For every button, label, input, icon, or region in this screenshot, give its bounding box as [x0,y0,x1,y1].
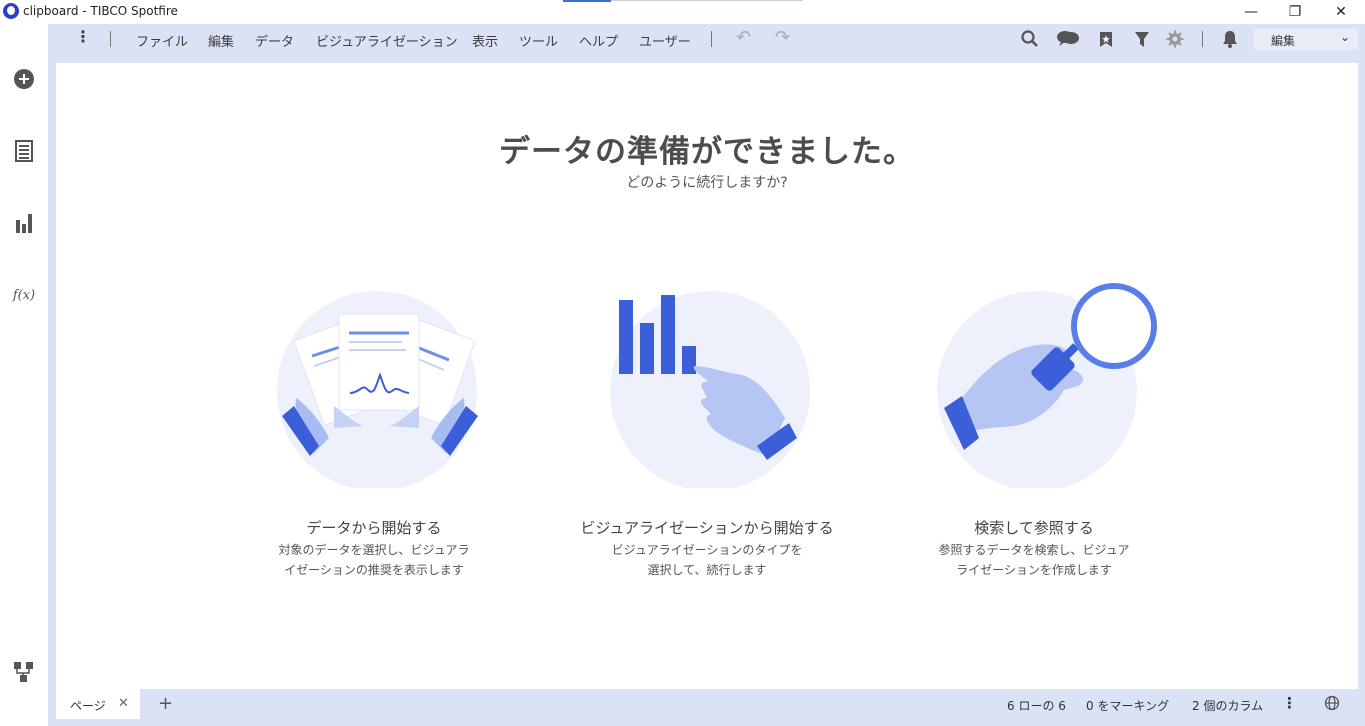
card-description-line: ライゼーションを作成します [956,563,1112,577]
spotfire-logo-icon [3,3,19,19]
close-window-button[interactable]: ✕ [1326,2,1356,22]
mode-select-label: 編集 [1271,34,1296,48]
magnifier-hand-illustration [937,283,1157,488]
filter-icon[interactable] [1132,29,1152,49]
menu-separator [711,31,712,47]
marking-count: 0 をマーキング [1086,699,1170,713]
more-menu-button[interactable]: ⋮ [75,27,91,46]
start-from-data-card[interactable]: データから開始する 対象のデータを選択し、ビジュアラ イゼーションの推奨を表示し… [214,278,534,578]
restore-button[interactable]: ❐ [1280,2,1310,22]
menu-visualization[interactable]: ビジュアライゼーション [316,31,458,50]
card-description: 参照するデータを検索し、ビジュア ライゼーションを作成します [874,540,1194,580]
settings-icon[interactable] [1165,29,1185,49]
card-title: ビジュアライゼーションから開始する [580,519,834,537]
card-description-line: 対象のデータを選択し、ビジュアラ [278,543,470,557]
visualization-icon[interactable] [12,211,36,235]
status-bar: ページ ✕ + 6 ローの 6 0 をマーキング 2 個のカラム ⋮ [56,689,1365,719]
tab-indicator-line [611,0,803,1]
search-and-browse-card[interactable]: 検索して参照する 参照するデータを検索し、ビジュア ライゼーションを作成します [874,278,1194,578]
chevron-down-icon: ⌄ [1339,30,1350,44]
welcome-subtitle: どのように続行しますか? [626,175,788,191]
more-options-button[interactable]: ⋮ [1282,694,1297,712]
menu-edit[interactable]: 編集 [208,31,234,50]
welcome-title: データの準備ができました。 [499,134,915,170]
data-table-icon[interactable] [12,139,36,163]
menu-data[interactable]: データ [255,31,294,50]
card-title: データから開始する [306,519,442,537]
card-description-line: 選択して、続行します [647,563,767,577]
card-description-line: ビジュアライゼーションのタイプを [611,543,803,557]
redo-button[interactable]: ↷ [775,27,790,48]
main-frame: ⋮ ファイル 編集 データ ビジュアライゼーション 表示 ツール ヘルプ ユーザ… [48,24,1365,726]
search-icon[interactable] [1020,29,1040,49]
column-count: 2 個のカラム [1192,699,1264,713]
add-page-button[interactable]: + [158,693,173,714]
menu-view[interactable]: 表示 [472,31,498,50]
card-description-line: 参照するデータを検索し、ビジュア [938,543,1130,557]
add-icon[interactable] [12,67,36,91]
minimize-button[interactable]: — [1236,2,1266,22]
left-sidebar: f(x) [0,24,48,726]
tab-indicator [563,0,611,2]
menu-file[interactable]: ファイル [136,31,188,50]
page-tab-label: ページ [70,699,106,713]
row-count: 6 ローの 6 [1007,699,1066,713]
menu-tools[interactable]: ツール [519,31,558,50]
page-tab[interactable]: ページ ✕ [56,689,140,719]
undo-button[interactable]: ↶ [736,27,751,48]
window-title: clipboard - TIBCO Spotfire [23,4,178,18]
window-titlebar: clipboard - TIBCO Spotfire — ❐ ✕ [0,0,1365,24]
comments-icon[interactable] [1056,29,1080,49]
notification-icon[interactable] [1220,29,1240,49]
toolbar-separator [1202,31,1203,47]
card-description: 対象のデータを選択し、ビジュアラ イゼーションの推奨を表示します [214,540,534,580]
menu-help[interactable]: ヘルプ [579,31,618,50]
globe-icon[interactable] [1324,695,1340,714]
menu-bar: ⋮ ファイル 編集 データ ビジュアライゼーション 表示 ツール ヘルプ ユーザ… [48,24,1365,54]
data-documents-illustration [277,291,478,488]
menu-user[interactable]: ユーザー [639,31,691,50]
mode-select[interactable]: 編集 ⌄ [1254,29,1358,50]
card-title: 検索して参照する [974,519,1094,537]
welcome-canvas: データの準備ができました。 どのように続行しますか? データから開始する 対象の… [56,63,1358,689]
bookmark-icon[interactable] [1096,29,1116,49]
start-from-visualization-card[interactable]: ビジュアライゼーションから開始する ビジュアライゼーションのタイプを 選択して、… [547,278,867,578]
card-description-line: イゼーションの推奨を表示します [284,563,464,577]
data-canvas-icon[interactable] [12,660,36,684]
expression-icon[interactable]: f(x) [12,283,36,307]
close-icon[interactable]: ✕ [118,696,129,711]
bar-chart-hand-illustration [610,291,810,488]
menu-separator [110,31,111,47]
card-description: ビジュアライゼーションのタイプを 選択して、続行します [547,540,867,580]
